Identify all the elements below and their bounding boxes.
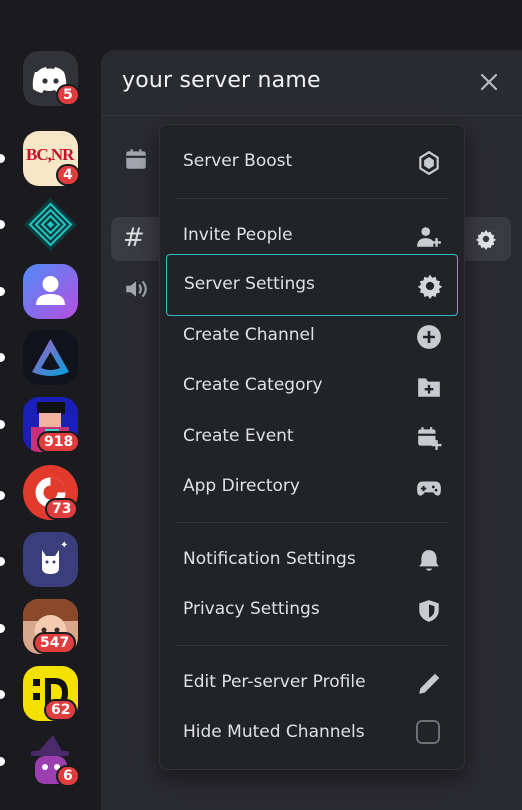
server-settings-label: Server Settings: [184, 274, 315, 294]
unread-pill: [0, 690, 5, 699]
server-icon-text: BC,NR: [26, 145, 74, 164]
invite-people-item[interactable]: Invite People: [166, 212, 458, 260]
privacy-settings-label: Privacy Settings: [183, 599, 320, 619]
person-icon: [36, 276, 65, 305]
server-icon-jellyfin[interactable]: [23, 330, 78, 385]
server-boost-item[interactable]: Server Boost: [166, 138, 458, 186]
edit-server-profile-item[interactable]: Edit Per-server Profile: [166, 659, 458, 707]
server-icon-user[interactable]: [23, 264, 78, 319]
unread-badge: 73: [45, 498, 79, 520]
menu-divider: [177, 645, 449, 646]
speaker-icon: [126, 280, 147, 298]
cat-icon: ✦: [42, 540, 68, 574]
unread-pill: [0, 557, 5, 566]
shield-icon: [419, 600, 439, 622]
server-boost-label: Server Boost: [183, 151, 293, 171]
unread-pill: [0, 287, 5, 296]
create-category-item[interactable]: Create Category: [166, 362, 458, 410]
gamepad-icon: [417, 481, 441, 496]
app-directory-item[interactable]: App Directory: [166, 463, 458, 511]
close-icon[interactable]: [477, 70, 501, 94]
server-icon-cat[interactable]: ✦: [23, 532, 78, 587]
invite-people-label: Invite People: [183, 225, 293, 245]
notification-settings-label: Notification Settings: [183, 549, 356, 569]
server-context-menu: Server Boost Invite People Server Settin…: [159, 124, 465, 770]
unread-badge: 5: [56, 84, 80, 106]
unread-pill: [0, 624, 5, 633]
unread-pill: [0, 491, 5, 500]
unread-pill: [0, 154, 5, 163]
notification-settings-item[interactable]: Notification Settings: [166, 536, 458, 584]
diamond-pattern-icon: [24, 198, 77, 251]
bell-icon: [419, 550, 439, 571]
unread-badge: 547: [33, 632, 77, 654]
plus-circle-icon: [417, 325, 441, 349]
unread-badge: 6: [56, 765, 80, 787]
gear-icon: [417, 274, 443, 299]
privacy-settings-item[interactable]: Privacy Settings: [166, 586, 458, 634]
unread-badge: 62: [44, 699, 78, 721]
hashtag-icon: #: [123, 223, 145, 253]
boost-gem-icon: [419, 150, 439, 176]
server-settings-item[interactable]: Server Settings: [166, 254, 458, 316]
jellyfin-logo-icon: [32, 339, 69, 376]
create-channel-item[interactable]: Create Channel: [166, 312, 458, 360]
unread-pill: [0, 220, 5, 229]
server-icon-diamond[interactable]: [23, 197, 78, 252]
create-category-label: Create Category: [183, 375, 323, 395]
menu-divider: [177, 198, 449, 199]
settings-gear-icon[interactable]: [475, 228, 497, 250]
unread-pill: [0, 757, 5, 766]
unread-badge: 918: [37, 431, 81, 453]
pencil-icon: [419, 673, 440, 694]
edit-server-profile-label: Edit Per-server Profile: [183, 672, 366, 692]
hide-muted-channels-item[interactable]: Hide Muted Channels: [166, 709, 458, 757]
calendar-icon[interactable]: [123, 146, 149, 172]
server-name-title: your server name: [122, 68, 321, 93]
unread-pill: [0, 420, 5, 429]
create-event-item[interactable]: Create Event: [166, 413, 458, 461]
app-directory-label: App Directory: [183, 476, 300, 496]
unread-badge: 4: [56, 164, 80, 186]
menu-divider: [177, 522, 449, 523]
hide-muted-channels-label: Hide Muted Channels: [183, 722, 365, 742]
create-channel-label: Create Channel: [183, 325, 315, 345]
calendar-plus-icon: [418, 427, 442, 450]
add-person-icon: [417, 227, 441, 247]
hide-muted-checkbox[interactable]: [416, 720, 440, 744]
create-event-label: Create Event: [183, 426, 294, 446]
unread-pill: [0, 353, 5, 362]
server-rail: 5 BC,NR 4 918 73 ✦ 547 62 6: [0, 0, 100, 797]
svg-text:✦: ✦: [60, 540, 68, 551]
panel-header: your server name: [101, 50, 522, 116]
folder-plus-icon: [418, 378, 440, 397]
